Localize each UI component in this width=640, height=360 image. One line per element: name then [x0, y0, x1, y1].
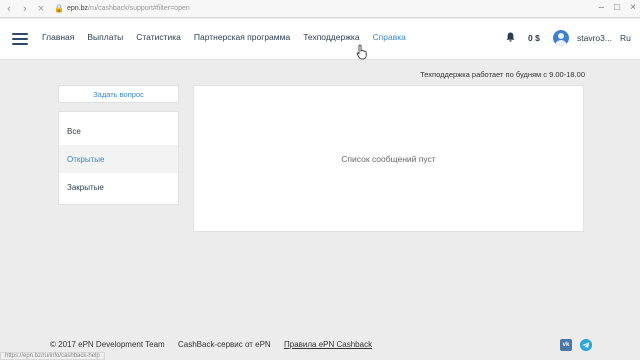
copyright: © 2017 ePN Development Team [50, 340, 165, 349]
language-switch[interactable]: Ru [620, 33, 631, 43]
hand-cursor-icon [356, 44, 367, 60]
url-domain: epn.bz [66, 5, 88, 12]
close-window-icon[interactable]: × [630, 2, 636, 13]
telegram-icon[interactable] [580, 339, 592, 351]
vk-icon[interactable]: vk [560, 339, 572, 351]
browser-status-url: https://epn.bz/ru/info/cashback-help [0, 352, 105, 360]
menu-icon[interactable] [12, 33, 28, 45]
maximize-icon[interactable]: □ [614, 2, 620, 13]
address-bar[interactable]: 🔒 epn.bz /ru/cashback/support#filter=ope… [54, 2, 190, 16]
messages-panel: Список сообщений пуст [193, 85, 584, 232]
nav-item-statistics[interactable]: Статистика [136, 32, 181, 42]
username[interactable]: stavro3... [577, 33, 612, 43]
minimize-icon[interactable]: – [599, 2, 605, 13]
nav-item-support[interactable]: Техподдержка [303, 32, 359, 42]
avatar[interactable] [553, 30, 569, 46]
close-loading-icon[interactable]: × [34, 2, 48, 16]
empty-messages-text: Список сообщений пуст [341, 153, 436, 164]
support-hours-notice: Техподдержка работает по будням с 9.00-1… [420, 70, 585, 79]
lock-icon: 🔒 [54, 4, 64, 13]
window-controls: – □ × [599, 2, 636, 13]
balance[interactable]: 0 $ [528, 33, 540, 43]
nav-item-home[interactable]: Главная [42, 32, 74, 42]
forward-icon[interactable]: › [18, 2, 32, 16]
ticket-filter-panel: Все Открытые Закрытые [58, 111, 179, 205]
cashback-service-link[interactable]: CashBack-сервис от ePN [178, 340, 271, 349]
nav-item-payouts[interactable]: Выплаты [87, 32, 123, 42]
filter-all[interactable]: Все [59, 117, 178, 145]
browser-toolbar: ‹ › × 🔒 epn.bz /ru/cashback/support#filt… [0, 0, 640, 18]
back-icon[interactable]: ‹ [2, 2, 16, 16]
main-nav: Главная Выплаты Статистика Партнерская п… [42, 32, 419, 42]
filter-closed[interactable]: Закрытые [59, 173, 178, 201]
nav-item-partner-program[interactable]: Партнерская программа [194, 32, 290, 42]
filter-open[interactable]: Открытые [59, 145, 178, 173]
bell-icon[interactable] [506, 32, 515, 42]
url-path: /ru/cashback/support#filter=open [88, 5, 190, 12]
site-header: Главная Выплаты Статистика Партнерская п… [0, 19, 640, 60]
cashback-rules-link[interactable]: Правила ePN Cashback [284, 340, 372, 349]
ask-question-button[interactable]: Задать вопрос [58, 85, 179, 103]
nav-item-help[interactable]: Справка [373, 32, 406, 42]
